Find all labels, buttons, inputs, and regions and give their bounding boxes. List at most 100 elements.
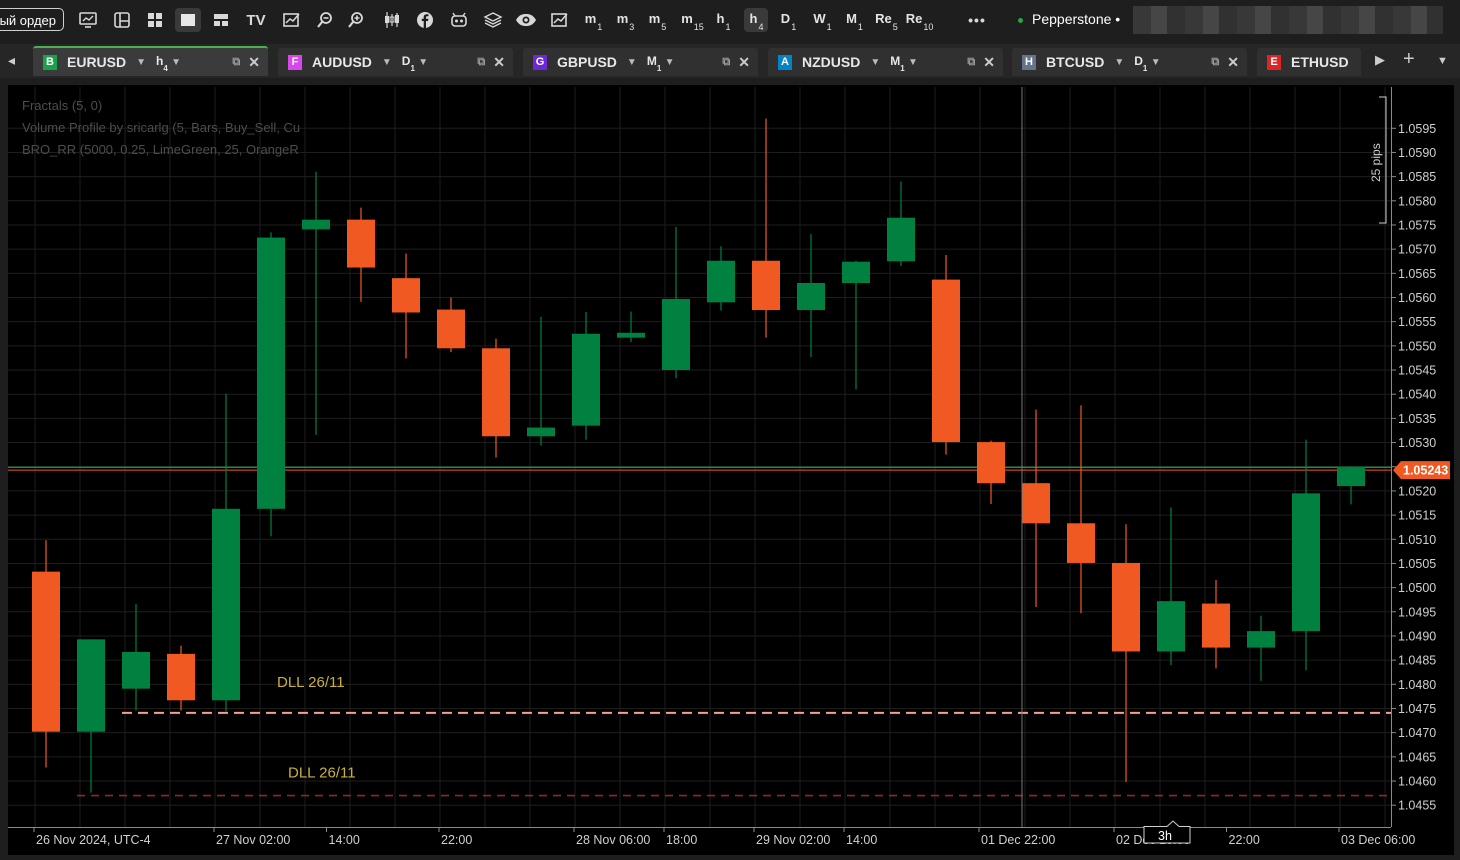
candle-body xyxy=(662,298,690,371)
close-icon[interactable]: ✕ xyxy=(493,54,505,71)
tab-symbol: AUDUSD xyxy=(312,54,372,70)
single-layout-icon[interactable] xyxy=(175,8,201,32)
candle-body xyxy=(257,237,285,509)
price-tick-label: 1.0535 xyxy=(1398,412,1436,426)
popout-icon[interactable]: ⧉ xyxy=(722,56,730,69)
tab-symbol: BTCUSD xyxy=(1046,54,1105,70)
time-tick-label: 14:00 xyxy=(846,833,877,847)
tf-w1[interactable]: W1 xyxy=(811,8,833,32)
price-tick-label: 1.0585 xyxy=(1398,170,1436,184)
tab-badge: F xyxy=(288,54,302,70)
candle-body xyxy=(1247,631,1275,648)
tab-badge: B xyxy=(43,54,57,70)
popout-icon[interactable]: ⧉ xyxy=(477,56,485,69)
tf-re5[interactable]: Re5 xyxy=(874,8,898,32)
candle-body xyxy=(1112,562,1140,652)
chevron-down-icon[interactable]: ▼ xyxy=(870,57,880,68)
chart-grid xyxy=(8,87,1391,827)
facebook-icon[interactable] xyxy=(414,8,436,32)
tab-timeframe[interactable]: h4 ▼ xyxy=(156,54,181,73)
close-icon[interactable]: ✕ xyxy=(738,54,750,71)
candle-body xyxy=(842,261,870,283)
indicator-label[interactable]: BRO_RR (5000, 0.25, LimeGreen, 25, Orang… xyxy=(22,142,299,157)
price-tick-label: 1.0485 xyxy=(1398,654,1436,668)
candle-body xyxy=(77,639,105,732)
dll-label: DLL 26/11 xyxy=(277,674,345,691)
tab-btcusd[interactable]: H BTCUSD ▼ D1 ▼ ⧉ ✕ xyxy=(1012,48,1247,76)
chart-edit-icon[interactable] xyxy=(548,8,572,32)
candle-body xyxy=(302,219,330,230)
tf-mn1[interactable]: M1 xyxy=(843,8,865,32)
candle-body xyxy=(1157,601,1185,652)
chevron-down-icon[interactable]: ▼ xyxy=(382,57,392,68)
top-toolbar: ый ордер TV m1 m3 m5 m15 h1 h4 D1 W1 M1 … xyxy=(0,0,1460,42)
candle-body xyxy=(347,219,375,268)
zoom-in-icon[interactable] xyxy=(345,8,367,32)
tab-timeframe[interactable]: D1 ▼ xyxy=(1134,54,1160,73)
price-tick-label: 1.0470 xyxy=(1398,726,1436,740)
candlestick-chart[interactable]: DLL 26/11DLL 26/11 1.05951.05901.05851.0… xyxy=(8,85,1454,855)
tab-badge: A xyxy=(778,54,792,70)
tf-m1[interactable]: m1 xyxy=(583,8,603,32)
candlestick-icon[interactable] xyxy=(380,8,404,32)
close-icon[interactable]: ✕ xyxy=(1227,54,1239,71)
chart-settings-icon[interactable] xyxy=(280,8,304,32)
connection-status-icon xyxy=(1018,17,1023,23)
tf-m5[interactable]: m5 xyxy=(647,8,667,32)
tab-symbol: EURUSD xyxy=(67,54,127,70)
price-tick-label: 1.0550 xyxy=(1398,339,1436,353)
tab-gbpusd[interactable]: G GBPUSD ▼ M1 ▼ ⧉ ✕ xyxy=(523,48,758,76)
chevron-down-icon[interactable]: ▼ xyxy=(136,57,146,68)
chart-area[interactable]: DLL 26/11 DLL 26/11 1.0595 1.0590 1.0585 1.0… xyxy=(8,85,1454,855)
tf-h1[interactable]: h1 xyxy=(713,8,733,32)
tf-m3[interactable]: m3 xyxy=(615,8,635,32)
time-tick-label: 29 Nov 02:00 xyxy=(756,833,830,847)
tf-re10[interactable]: Re10 xyxy=(906,8,934,32)
tf-d1[interactable]: D1 xyxy=(778,8,798,32)
new-order-button[interactable]: ый ордер xyxy=(0,8,64,31)
candle-body xyxy=(752,260,780,311)
dll-label: DLL 26/11 xyxy=(288,765,356,782)
zoom-out-icon[interactable] xyxy=(314,8,336,32)
broker-account[interactable]: Pepperstone • xyxy=(1018,11,1120,27)
tab-nzdusd[interactable]: A NZDUSD ▼ M1 ▼ ⧉ ✕ xyxy=(768,48,1003,76)
time-tick-label: 27 Nov 02:00 xyxy=(216,833,290,847)
tf-h4[interactable]: h4 xyxy=(744,8,768,32)
split-layout-icon[interactable] xyxy=(209,8,233,32)
tab-timeframe[interactable]: M1 ▼ xyxy=(647,54,675,73)
price-tick-label: 1.0590 xyxy=(1398,146,1436,160)
layers-icon[interactable] xyxy=(481,8,505,32)
chevron-down-icon[interactable]: ▼ xyxy=(627,57,637,68)
more-menu-button[interactable]: ••• xyxy=(964,8,990,32)
popout-icon[interactable]: ⧉ xyxy=(1211,56,1219,69)
close-icon[interactable]: ✕ xyxy=(248,54,260,71)
indicator-label[interactable]: Volume Profile by sricarlg (5, Bars, Buy… xyxy=(22,120,300,135)
close-icon[interactable]: ✕ xyxy=(983,54,995,71)
tab-scroll-left-icon[interactable]: ◂ xyxy=(8,52,15,69)
chevron-down-icon[interactable]: ▼ xyxy=(1114,57,1124,68)
tab-scroll-right-icon[interactable]: ▶ xyxy=(1375,52,1385,68)
eye-icon[interactable] xyxy=(514,8,538,32)
tab-badge: E xyxy=(1267,54,1281,70)
popout-icon[interactable]: ⧉ xyxy=(232,56,240,69)
grid-layout-icon[interactable] xyxy=(143,8,167,32)
candle-body xyxy=(977,442,1005,484)
price-axis: 1.0595 1.0590 1.0585 1.0580 1.0575 1.0570 1.05… xyxy=(1391,85,1454,855)
time-tick-label: 03 Dec 06:00 xyxy=(1341,833,1415,847)
popout-icon[interactable]: ⧉ xyxy=(967,56,975,69)
tradingview-button[interactable]: TV xyxy=(243,8,269,32)
price-tick-label: 1.0530 xyxy=(1398,436,1436,450)
tab-ethusd[interactable]: E ETHUSD xyxy=(1257,48,1361,76)
tf-m15[interactable]: m15 xyxy=(680,8,704,32)
indicator-label[interactable]: Fractals (5, 0) xyxy=(22,98,102,113)
add-tab-icon[interactable]: + xyxy=(1403,48,1415,71)
tab-audusd[interactable]: F AUDUSD ▼ D1 ▼ ⧉ ✕ xyxy=(278,48,513,76)
tab-list-chevron-down-icon[interactable]: ▼ xyxy=(1437,55,1448,67)
layout-icon[interactable] xyxy=(110,8,134,32)
price-tick-label: 1.0575 xyxy=(1398,218,1436,232)
tab-eurusd[interactable]: B EURUSD ▼ h4 ▼ ⧉ ✕ xyxy=(33,46,268,76)
robot-icon[interactable] xyxy=(447,8,471,32)
tab-timeframe[interactable]: D1 ▼ xyxy=(402,54,428,73)
monitor-icon[interactable] xyxy=(76,8,100,32)
tab-timeframe[interactable]: M1 ▼ xyxy=(890,54,918,73)
